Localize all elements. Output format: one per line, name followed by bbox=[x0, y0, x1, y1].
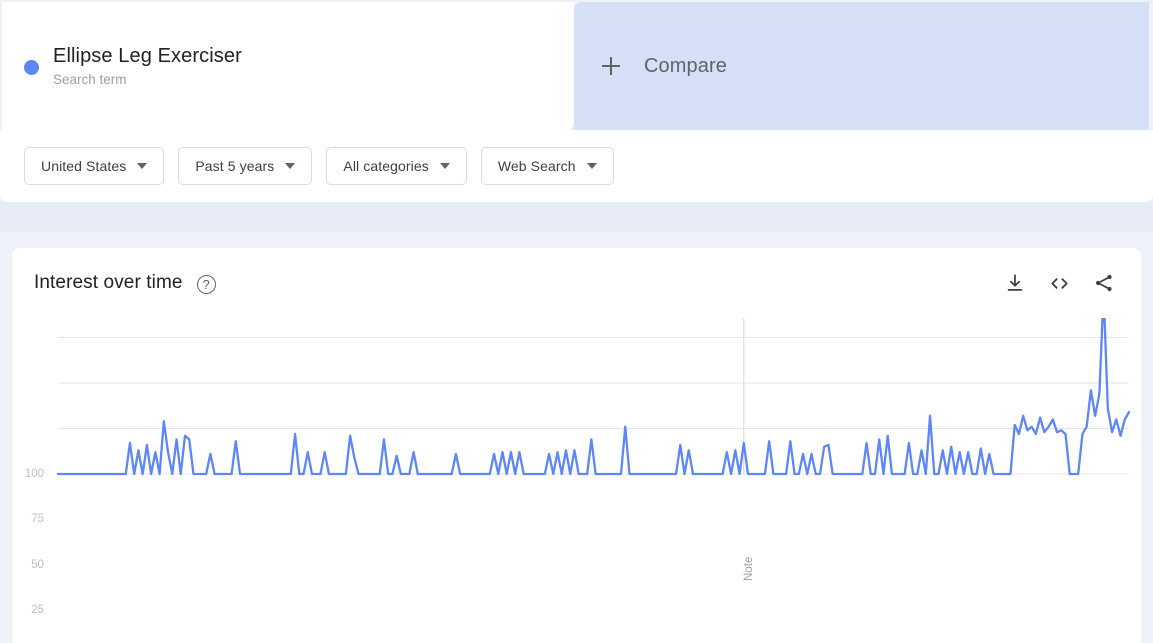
filter-category-label: All categories bbox=[343, 158, 428, 174]
series-color-dot bbox=[24, 60, 39, 75]
chart-actions bbox=[1004, 272, 1115, 295]
filter-location[interactable]: United States bbox=[24, 147, 164, 185]
share-icon[interactable] bbox=[1093, 272, 1115, 294]
chevron-down-icon bbox=[285, 163, 295, 169]
filter-search-type-label: Web Search bbox=[498, 158, 576, 174]
query-band: Ellipse Leg Exerciser Search term Compar… bbox=[0, 0, 1153, 130]
chevron-down-icon bbox=[440, 163, 450, 169]
filter-location-label: United States bbox=[41, 158, 126, 174]
embed-code-icon[interactable] bbox=[1048, 272, 1071, 295]
page-title: Interest over time bbox=[34, 272, 183, 294]
filter-search-type[interactable]: Web Search bbox=[481, 147, 614, 185]
chevron-down-icon bbox=[137, 163, 147, 169]
interest-over-time-chart[interactable]: 100 75 50 25 Nov 11, 20… May 17, 2020 No… bbox=[12, 318, 1141, 643]
interest-over-time-card: Interest over time ? bbox=[12, 248, 1141, 643]
search-term-type: Search term bbox=[53, 70, 242, 90]
filter-category[interactable]: All categories bbox=[326, 147, 466, 185]
download-icon[interactable] bbox=[1004, 272, 1026, 294]
filter-bar: United States Past 5 years All categorie… bbox=[0, 130, 1153, 202]
plus-icon bbox=[602, 57, 620, 75]
chart-header: Interest over time ? bbox=[12, 248, 1141, 318]
background-band-lower bbox=[0, 232, 1153, 248]
trends-page: Ellipse Leg Exerciser Search term Compar… bbox=[0, 0, 1153, 643]
filter-time-range-label: Past 5 years bbox=[195, 158, 274, 174]
filter-time-range[interactable]: Past 5 years bbox=[178, 147, 312, 185]
compare-label: Compare bbox=[644, 55, 727, 78]
search-term-card[interactable]: Ellipse Leg Exerciser Search term bbox=[2, 2, 574, 130]
search-term-name: Ellipse Leg Exerciser bbox=[53, 43, 242, 69]
chevron-down-icon bbox=[587, 163, 597, 169]
compare-button[interactable]: Compare bbox=[574, 2, 1149, 130]
search-term-texts: Ellipse Leg Exerciser Search term bbox=[53, 43, 242, 90]
series-line-ellipse-leg-exerciser bbox=[58, 318, 1129, 474]
help-circle-icon[interactable]: ? bbox=[197, 275, 216, 294]
chart-canvas bbox=[12, 318, 1141, 643]
background-band-upper bbox=[0, 202, 1153, 232]
